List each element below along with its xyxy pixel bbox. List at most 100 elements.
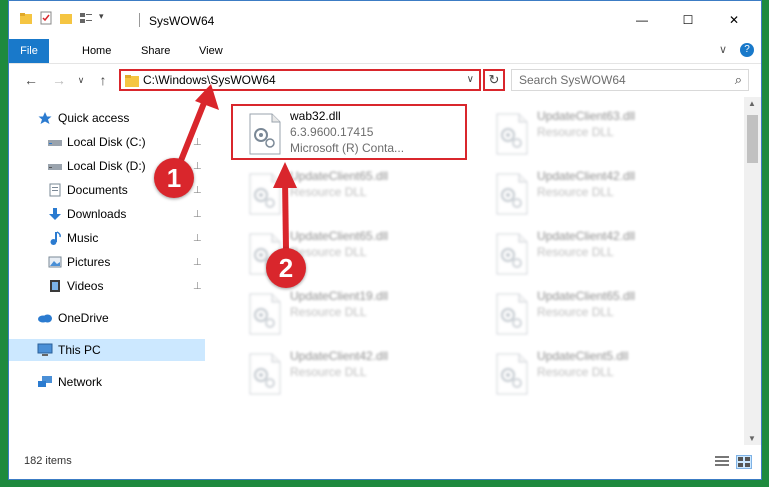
sidebar-item-videos[interactable]: Videos ⊥ [9, 275, 205, 297]
sidebar-item-downloads[interactable]: Downloads ⊥ [9, 203, 205, 225]
sidebar-item-pictures[interactable]: Pictures ⊥ [9, 251, 205, 273]
pin-icon[interactable]: ⊥ [193, 257, 202, 268]
cloud-icon [37, 310, 53, 326]
close-button[interactable]: ✕ [711, 1, 757, 39]
new-folder-icon[interactable] [59, 11, 73, 25]
file-name: wab32.dll [290, 109, 341, 123]
file-detail-1: Resource DLL [537, 185, 614, 199]
address-path: C:\Windows\SysWOW64 [143, 73, 276, 87]
dll-file-icon [495, 173, 529, 215]
file-name: UpdateClient5.dll [537, 349, 629, 363]
music-icon [47, 230, 63, 246]
dll-file-icon [248, 353, 282, 395]
title-bar: ▾ SysWOW64 — ☐ ✕ [9, 1, 761, 39]
drive-icon [47, 134, 63, 150]
file-name: UpdateClient19.dll [290, 289, 389, 303]
folder-icon [125, 74, 139, 90]
sidebar-item-quick-access[interactable]: Quick access [9, 107, 205, 129]
file-detail-1: Resource DLL [537, 365, 614, 379]
file-tile[interactable]: UpdateClient42.dll Resource DLL [240, 345, 476, 401]
scroll-down-icon[interactable]: ▼ [748, 434, 756, 443]
tab-share[interactable]: Share [133, 39, 178, 63]
details-view-icon[interactable] [715, 455, 729, 467]
file-name: UpdateClient63.dll [537, 109, 636, 123]
file-detail-1: Resource DLL [537, 245, 614, 259]
dll-file-icon [495, 233, 529, 275]
sidebar-item-network[interactable]: Network [9, 371, 205, 393]
pin-icon[interactable]: ⊥ [193, 185, 202, 196]
file-tile[interactable]: UpdateClient19.dll Resource DLL [240, 285, 476, 341]
file-tile[interactable]: UpdateClient65.dll Resource DLL [240, 165, 476, 221]
sidebar-item-onedrive[interactable]: OneDrive [9, 307, 205, 329]
file-name: UpdateClient65.dll [290, 169, 389, 183]
tab-view[interactable]: View [191, 39, 231, 63]
file-detail-1: Resource DLL [290, 305, 367, 319]
sidebar-item-label: OneDrive [58, 311, 109, 325]
sidebar-item-local-disk-c[interactable]: Local Disk (C:) ⊥ [9, 131, 205, 153]
sidebar-item-this-pc[interactable]: This PC [9, 339, 205, 361]
file-tile[interactable]: UpdateClient65.dll Resource DLL [487, 285, 723, 341]
pin-icon[interactable]: ⊥ [193, 281, 202, 292]
large-icons-view-icon[interactable] [736, 455, 752, 469]
file-tile[interactable]: UpdateClient42.dll Resource DLL [487, 165, 723, 221]
customize-toolbar-icon[interactable] [79, 11, 93, 25]
pin-icon[interactable]: ⊥ [193, 233, 202, 244]
step-badge-2: 2 [266, 248, 306, 288]
file-detail-1: Resource DLL [290, 185, 367, 199]
search-icon: ⌕ [734, 72, 742, 87]
file-name: UpdateClient42.dll [290, 349, 389, 363]
download-icon [47, 206, 63, 222]
file-detail-1: Resource DLL [290, 365, 367, 379]
file-detail-1: Resource DLL [537, 305, 614, 319]
item-count: 182 items [24, 455, 72, 467]
explorer-window: ▾ SysWOW64 — ☐ ✕ File Home Share View ∨ … [8, 0, 762, 480]
minimize-icon: — [636, 13, 648, 27]
tab-file[interactable]: File [9, 39, 49, 63]
up-button[interactable]: ↑ [95, 72, 111, 88]
dropdown-icon[interactable]: ▾ [99, 11, 113, 25]
properties-icon[interactable] [39, 11, 53, 25]
expand-ribbon-icon[interactable]: ∨ [719, 43, 727, 56]
sidebar-item-label: Downloads [67, 207, 127, 221]
file-detail-2: Microsoft (R) Conta... [290, 141, 405, 155]
search-placeholder: Search SysWOW64 [519, 73, 626, 87]
vertical-scrollbar[interactable]: ▲ ▼ [744, 97, 761, 445]
sidebar-item-label: This PC [58, 343, 101, 357]
navigation-pane: Quick access Local Disk (C:) ⊥ Local Dis… [9, 97, 207, 447]
file-name: UpdateClient65.dll [537, 289, 636, 303]
file-tile[interactable]: UpdateClient42.dll Resource DLL [487, 225, 723, 281]
navigation-bar: ← → ∨ ↑ C:\Windows\SysWOW64 ∨ ↻ Search S… [9, 64, 761, 96]
star-icon [37, 110, 53, 126]
file-detail-1: 6.3.9600.17415 [290, 125, 374, 139]
maximize-button[interactable]: ☐ [665, 1, 711, 39]
pictures-icon [47, 254, 63, 270]
file-tile[interactable]: UpdateClient63.dll Resource DLL [487, 105, 723, 161]
sidebar-item-label: Local Disk (D:) [67, 159, 146, 173]
scroll-up-icon[interactable]: ▲ [748, 99, 756, 108]
search-box[interactable]: Search SysWOW64 ⌕ [511, 69, 749, 91]
sidebar-item-label: Network [58, 375, 103, 389]
documents-icon [47, 182, 63, 198]
recent-locations-button[interactable]: ∨ [73, 72, 89, 88]
pin-icon[interactable]: ⊥ [193, 161, 202, 172]
forward-button[interactable]: → [51, 72, 67, 88]
sidebar-item-music[interactable]: Music ⊥ [9, 227, 205, 249]
minimize-button[interactable]: — [619, 1, 665, 39]
pin-icon[interactable]: ⊥ [193, 209, 202, 220]
help-icon[interactable]: ? [740, 43, 754, 57]
back-button[interactable]: ← [23, 72, 39, 88]
dll-file-icon [248, 293, 282, 335]
tab-home[interactable]: Home [74, 39, 119, 63]
file-tile[interactable]: UpdateClient5.dll Resource DLL [487, 345, 723, 401]
scrollbar-thumb[interactable] [747, 115, 758, 163]
sidebar-item-label: Documents [67, 183, 128, 197]
refresh-button[interactable]: ↻ [483, 69, 505, 91]
address-dropdown-icon[interactable]: ∨ [467, 74, 474, 85]
dll-file-icon [248, 173, 282, 215]
pin-icon[interactable]: ⊥ [193, 137, 202, 148]
file-tile[interactable]: wab32.dll 6.3.9600.17415 Microsoft (R) Con… [240, 105, 476, 161]
folder-icon [19, 11, 33, 25]
status-bar: 182 items [9, 447, 761, 475]
address-bar[interactable]: C:\Windows\SysWOW64 ∨ [119, 69, 481, 91]
dll-file-icon [495, 113, 529, 155]
